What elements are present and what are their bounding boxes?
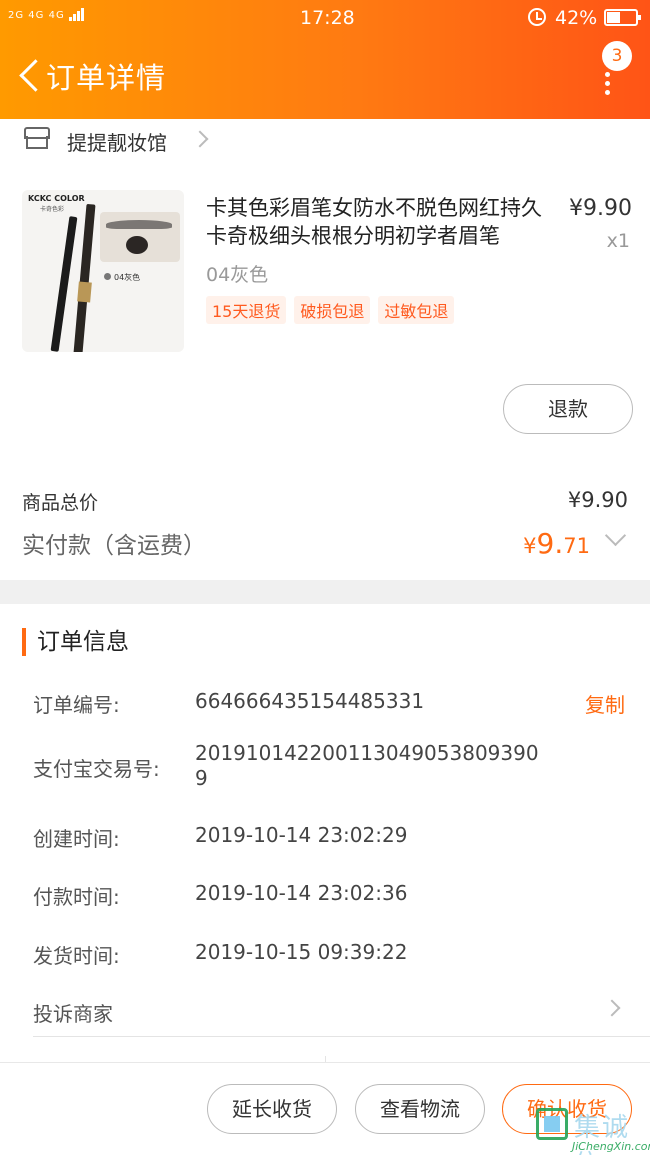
alarm-clock-icon — [528, 8, 546, 26]
section-divider — [0, 580, 650, 604]
pencil-shape — [50, 216, 78, 352]
product-title[interactable]: 卡其色彩眉笔女防水不脱色网红持久卡奇极细头根根分明初学者眉笔 — [206, 194, 551, 250]
complain-seller-link[interactable]: 投诉商家 — [33, 998, 113, 1027]
status-bar: 2G 4G 4G 17:28 42% — [0, 0, 650, 36]
shipped-time-value: 2019-10-15 09:39:22 — [195, 940, 408, 964]
watermark-url: JiChengXin.com — [572, 1140, 650, 1153]
paid-integer: 9. — [536, 527, 564, 560]
signal-label: 2G 4G 4G — [8, 10, 65, 21]
chevron-right-icon — [603, 999, 621, 1017]
app-header: 2G 4G 4G 17:28 42% 订单详情 3 — [0, 0, 650, 119]
chevron-down-icon[interactable] — [604, 524, 627, 547]
paid-decimal: 71 — [563, 534, 590, 558]
paid-time-label: 付款时间: — [33, 885, 120, 909]
paid-currency: ¥ — [523, 534, 537, 558]
shipped-time-label: 发货时间: — [33, 944, 120, 968]
battery-percentage: 42% — [555, 7, 598, 29]
product-item[interactable]: KCKC COLOR 卡奇色彩 04灰色 卡其色彩眉笔女防水不脱色网红持久卡奇极… — [0, 180, 650, 365]
refund-button[interactable]: 退款 — [503, 384, 633, 434]
service-tags: 15天退货 破损包退 过敏包退 — [206, 296, 462, 324]
paid-amount-label: 实付款（含运费） — [22, 533, 206, 559]
total-price-label: 商品总价 — [22, 492, 99, 514]
view-logistics-button[interactable]: 查看物流 — [355, 1084, 485, 1134]
total-price-value: ¥9.90 — [567, 488, 628, 512]
back-arrow-icon[interactable] — [16, 60, 44, 90]
product-image-label: 04灰色 — [104, 272, 140, 283]
product-image-brand: KCKC COLOR — [28, 194, 85, 203]
pencil-band-shape — [77, 281, 92, 303]
store-icon — [24, 127, 50, 149]
product-image-subbrand: 卡奇色彩 — [40, 206, 65, 213]
battery-icon — [604, 9, 641, 26]
copy-order-number-button[interactable]: 复制 — [585, 689, 625, 718]
more-menu-button[interactable]: 3 — [592, 38, 636, 98]
alipay-trade-number-label: 支付宝交易号: — [33, 757, 160, 781]
created-time-value: 2019-10-14 23:02:29 — [195, 823, 408, 847]
product-image[interactable]: KCKC COLOR 卡奇色彩 04灰色 — [22, 190, 184, 352]
order-number-label: 订单编号: — [33, 693, 120, 717]
order-info-title: 订单信息 — [22, 628, 129, 656]
signal-bars-icon — [68, 8, 85, 21]
pencil-shape — [73, 203, 96, 352]
created-time-label: 创建时间: — [33, 827, 120, 851]
service-tag: 15天退货 — [206, 296, 287, 324]
eye-photo — [100, 212, 180, 262]
shop-row[interactable]: 提提靓妆馆 — [0, 119, 650, 163]
watermark: 集诚信 JiChengXin.com — [530, 1100, 650, 1155]
signal-indicator: 2G 4G 4G — [8, 8, 85, 21]
product-price: ¥9.90 — [569, 196, 632, 221]
page-title: 订单详情 — [46, 61, 167, 95]
chevron-right-icon — [191, 130, 209, 148]
alipay-trade-number-value: 2019101422001130490538093909 — [195, 741, 539, 790]
product-quantity: x1 — [606, 230, 630, 252]
status-time: 17:28 — [300, 7, 355, 29]
extend-receipt-button[interactable]: 延长收货 — [207, 1084, 337, 1134]
paid-amount-value: ¥9.71 — [523, 527, 590, 560]
service-tag: 破损包退 — [294, 296, 371, 324]
more-vertical-icon — [605, 72, 611, 95]
row-divider — [33, 1036, 650, 1037]
notification-badge: 3 — [602, 41, 632, 71]
paid-time-value: 2019-10-14 23:02:36 — [195, 881, 408, 905]
shop-name: 提提靓妆馆 — [67, 131, 167, 155]
service-tag: 过敏包退 — [378, 296, 455, 324]
watermark-logo-icon — [536, 1108, 568, 1140]
product-variant: 04灰色 — [206, 264, 269, 286]
order-number-value: 664666435154485331 — [195, 689, 425, 713]
